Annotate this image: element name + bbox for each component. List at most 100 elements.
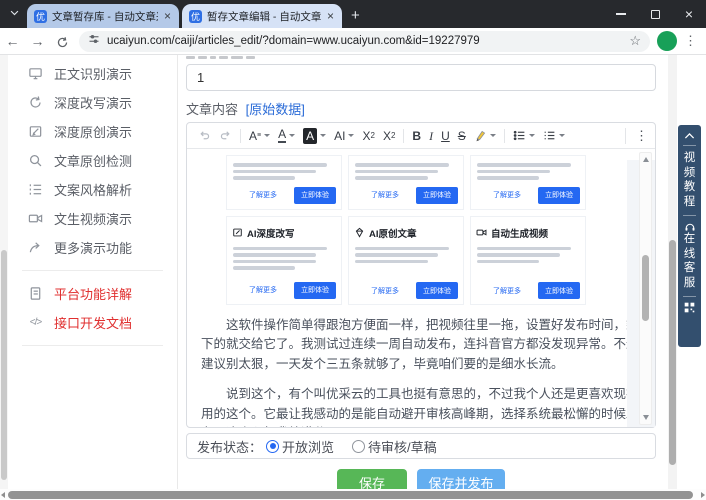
learn-more-link[interactable]: 了解更多: [232, 285, 294, 295]
window-close-button[interactable]: ×: [672, 0, 706, 28]
chevron-down-icon: [264, 134, 271, 137]
tab-title: 暂存文章编辑 - 自动文章采集: [207, 10, 321, 23]
scroll-left-icon[interactable]: [1, 492, 5, 498]
underline-button[interactable]: U: [441, 130, 450, 142]
sidebar-item-text-recognition[interactable]: 正文识别演示: [8, 59, 177, 88]
editor-toolbar: A ≡ A A AI X2 X2 B I U S ⋮: [187, 123, 655, 149]
online-service-tab[interactable]: 在线客服: [683, 232, 696, 291]
address-bar[interactable]: ucaiyun.com/caiji/articles_edit/?domain=…: [79, 30, 650, 52]
sidebar: 正文识别演示 深度改写演示 深度原创演示 文章原创检测 文案风格解析 文生视频演…: [8, 55, 178, 489]
italic-button[interactable]: I: [429, 130, 433, 142]
back-button[interactable]: ←: [0, 33, 25, 49]
sidebar-item-platform-features[interactable]: 平台功能详解: [8, 279, 177, 308]
browser-toolbar: ← → ucaiyun.com/caiji/articles_edit/?dom…: [0, 28, 706, 55]
sidebar-item-label: 深度原创演示: [54, 125, 133, 140]
sidebar-item-deep-rewrite[interactable]: 深度改写演示: [8, 88, 177, 117]
strikethrough-button[interactable]: S: [458, 130, 466, 142]
ai-tools-button[interactable]: AI: [334, 130, 355, 142]
sidebar-item-label: 更多演示功能: [54, 241, 133, 256]
video-tutorial-tab[interactable]: 视频教程: [683, 151, 696, 210]
scrollbar-thumb[interactable]: [8, 490, 693, 499]
font-color-button[interactable]: A: [278, 128, 296, 143]
sidebar-item-more-demos[interactable]: 更多演示功能: [8, 233, 177, 262]
ordered-list-button[interactable]: [543, 129, 565, 142]
bookmark-star-icon[interactable]: ☆: [629, 33, 641, 49]
browser-tab-articles-list[interactable]: 优 文章暂存库 - 自动文章采集器 ×: [27, 4, 179, 28]
editor-vertical-scrollbar[interactable]: [639, 152, 652, 425]
reload-button[interactable]: [50, 33, 75, 49]
article-column-id-input[interactable]: [186, 64, 656, 91]
toolbar-more-icon[interactable]: ⋮: [625, 127, 648, 144]
qr-code-icon[interactable]: [684, 302, 695, 313]
try-now-button[interactable]: 立即体验: [416, 282, 458, 299]
browser-menu-icon[interactable]: ⋮: [684, 33, 697, 49]
font-size-button[interactable]: A ≡: [249, 130, 271, 142]
try-now-button[interactable]: 立即体验: [294, 281, 336, 299]
panel-divider: [683, 145, 696, 146]
try-now-button[interactable]: 立即体验: [538, 282, 580, 299]
sidebar-divider: [22, 345, 163, 346]
scroll-right-icon[interactable]: [701, 492, 705, 498]
collapse-up-icon[interactable]: [684, 132, 695, 140]
background-color-button[interactable]: A: [303, 127, 327, 144]
feature-card-ai-article: AI原创文章 了解更多 立即体验: [348, 215, 464, 305]
video-camera-icon: [476, 229, 487, 236]
forward-button[interactable]: →: [25, 33, 50, 49]
radio-open-browse[interactable]: 开放浏览: [266, 437, 348, 456]
page-content: 正文识别演示 深度改写演示 深度原创演示 文章原创检测 文案风格解析 文生视频演…: [0, 55, 706, 500]
undo-icon[interactable]: [198, 129, 211, 142]
tab-close-icon[interactable]: ×: [326, 9, 335, 23]
original-data-link[interactable]: [原始数据]: [246, 102, 305, 117]
feature-cell: 了解更多 立即体验: [348, 155, 464, 210]
learn-more-link[interactable]: 了解更多: [354, 190, 416, 200]
tab-search-icon[interactable]: [9, 5, 20, 23]
try-now-button[interactable]: 立即体验: [294, 186, 336, 204]
radio-pending-draft[interactable]: 待审核/草稿: [352, 437, 451, 456]
profile-avatar[interactable]: [657, 31, 677, 51]
learn-more-link[interactable]: 了解更多: [476, 286, 538, 296]
toolbar-divider: [503, 128, 505, 143]
scrollbar-thumb[interactable]: [669, 240, 676, 465]
sidebar-item-text-to-video[interactable]: 文生视频演示: [8, 204, 177, 233]
scroll-up-icon[interactable]: [643, 157, 649, 162]
sidebar-item-deep-original[interactable]: 深度原创演示: [8, 117, 177, 146]
new-tab-button[interactable]: +: [351, 8, 360, 23]
sidebar-item-style-analysis[interactable]: 文案风格解析: [8, 175, 177, 204]
article-paragraph: 这软件操作简单得跟泡方便面一样，把视频往里一拖，设置好发布时间，剩下的就交给它了…: [201, 318, 639, 371]
content-label: 文章内容: [186, 102, 239, 117]
bullet-list-button[interactable]: [513, 129, 535, 142]
learn-more-link[interactable]: 了解更多: [354, 286, 416, 296]
browser-tab-article-edit[interactable]: 优 暂存文章编辑 - 自动文章采集 ×: [182, 4, 342, 28]
highlighter-button[interactable]: [474, 129, 496, 142]
try-now-button[interactable]: 立即体验: [416, 186, 458, 204]
scroll-down-icon[interactable]: [643, 415, 649, 420]
redo-icon[interactable]: [219, 129, 232, 142]
site-settings-icon[interactable]: [88, 32, 100, 50]
superscript-button[interactable]: X2: [383, 130, 395, 142]
try-now-button[interactable]: 立即体验: [538, 186, 580, 204]
learn-more-link[interactable]: 了解更多: [232, 190, 294, 200]
bold-button[interactable]: B: [412, 130, 421, 142]
sidebar-item-api-docs[interactable]: </> 接口开发文档: [8, 308, 177, 337]
window-minimize-button[interactable]: [604, 0, 638, 28]
radio-selected-icon[interactable]: [266, 439, 280, 453]
sidebar-item-label: 正文识别演示: [54, 67, 133, 82]
code-icon: </>: [29, 317, 42, 328]
subscript-button[interactable]: X2: [362, 130, 374, 142]
window-maximize-button[interactable]: [638, 0, 672, 28]
edit-pencil-icon: [233, 228, 242, 237]
scrollbar-thumb[interactable]: [642, 255, 649, 321]
toolbar-divider: [240, 128, 241, 143]
radio-unselected-icon[interactable]: [352, 439, 366, 453]
tab-close-icon[interactable]: ×: [163, 9, 172, 23]
feature-cell: 了解更多 立即体验: [226, 155, 342, 210]
page-vertical-scrollbar[interactable]: [668, 55, 677, 489]
sidebar-item-originality-check[interactable]: 文章原创检测: [8, 146, 177, 175]
chevron-down-icon: [348, 134, 355, 137]
url-text[interactable]: ucaiyun.com/caiji/articles_edit/?domain=…: [107, 35, 623, 47]
editor-content[interactable]: 了解更多 立即体验 了解更多 立即体验 了解更多 立即体验 AI深度改写 了解更…: [187, 150, 655, 427]
left-partial-scrollbar[interactable]: [0, 55, 8, 489]
feature-card-row: AI深度改写 了解更多 立即体验 AI原创文章 了解更多 立即体验 自动生成视频…: [226, 215, 588, 305]
learn-more-link[interactable]: 了解更多: [476, 190, 538, 200]
page-horizontal-scrollbar[interactable]: [0, 489, 706, 500]
